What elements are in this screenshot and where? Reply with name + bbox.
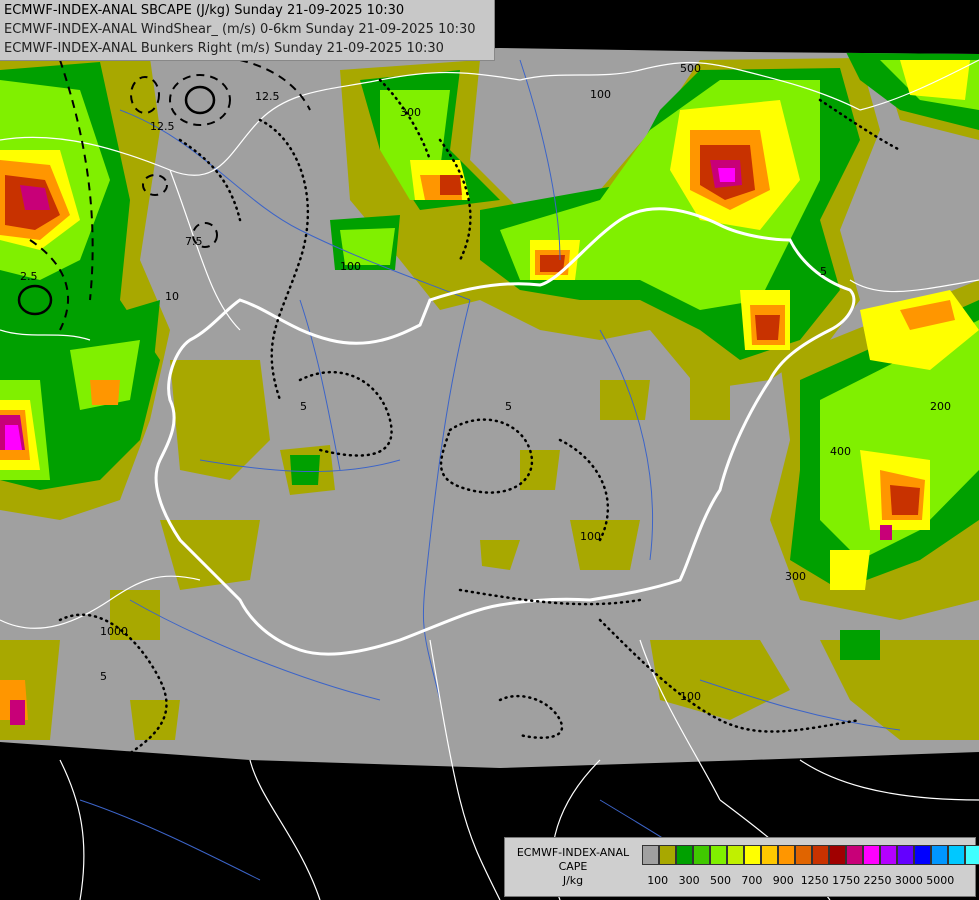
label-cape-500: 500 xyxy=(680,62,701,75)
legend-tick-label: 300 xyxy=(678,874,700,887)
cape-map: 100 300 500 200 400 1000 100 300 100 100… xyxy=(0,0,979,900)
label-cape-1000: 1000 xyxy=(100,625,128,638)
legend-swatch xyxy=(642,845,659,865)
legend-title-variable: CAPE xyxy=(558,860,588,873)
label-cape-100d: 100 xyxy=(680,690,701,703)
legend-swatch xyxy=(948,845,965,865)
label-shear-5d: 5 xyxy=(100,670,107,683)
legend-swatches xyxy=(642,845,979,867)
legend-swatch xyxy=(710,845,727,865)
legend-swatch xyxy=(659,845,676,865)
label-cape-100c: 100 xyxy=(580,530,601,543)
label-shear-7-5: 7.5 xyxy=(185,235,203,248)
legend-swatch xyxy=(727,845,744,865)
cape-legend: ECMWF-INDEX-ANAL CAPE J/kg 100 300 500 700 9… xyxy=(504,837,979,897)
label-shear-5c: 5 xyxy=(820,265,827,278)
legend-swatch xyxy=(744,845,761,865)
legend-tick-label: 500 xyxy=(710,874,731,887)
legend-swatch xyxy=(795,845,812,865)
label-cape-300: 300 xyxy=(400,106,421,119)
title-line-cape: ECMWF-INDEX-ANAL SBCAPE (J/kg) Sunday 21… xyxy=(4,3,405,18)
label-shear-5b: 5 xyxy=(505,400,512,413)
legend-title-model: ECMWF-INDEX-ANAL xyxy=(516,846,630,859)
label-shear-5: 5 xyxy=(300,400,307,413)
title-box: ECMWF-INDEX-ANAL SBCAPE (J/kg) Sunday 21… xyxy=(0,0,495,61)
legend-swatch xyxy=(829,845,846,865)
legend-tick-label: 1250 xyxy=(800,874,829,887)
legend-tick-label: 100 xyxy=(647,874,669,887)
legend-tick-label: 2250 xyxy=(863,874,892,887)
legend-swatch xyxy=(897,845,914,865)
legend-tick-label: 1750 xyxy=(832,874,861,887)
legend-swatch xyxy=(778,845,795,865)
label-shear-10: 10 xyxy=(165,290,179,303)
label-cape-200: 200 xyxy=(930,400,951,413)
legend-ticks: 100 300 500 700 900 1250 1750 2250 3000 5000 xyxy=(642,874,972,888)
legend-title: ECMWF-INDEX-ANAL CAPE J/kg xyxy=(507,846,639,888)
label-shear-12-5b: 12.5 xyxy=(255,90,280,103)
legend-swatch xyxy=(761,845,778,865)
legend-swatch xyxy=(965,845,979,865)
label-cape-300b: 300 xyxy=(785,570,806,583)
legend-swatch xyxy=(914,845,931,865)
label-shear-12-5: 12.5 xyxy=(150,120,175,133)
legend-tick-label: 5000 xyxy=(926,874,955,887)
label-shear-2-5: 2.5 xyxy=(20,270,38,283)
title-line-windshear: ECMWF-INDEX-ANAL WindShear_ (m/s) 0-6km … xyxy=(4,22,476,37)
legend-title-unit: J/kg xyxy=(562,874,584,887)
label-cape-400: 400 xyxy=(830,445,851,458)
legend-swatch xyxy=(880,845,897,865)
label-cape-100: 100 xyxy=(590,88,611,101)
legend-swatch xyxy=(931,845,948,865)
legend-tick-label: 700 xyxy=(741,874,763,887)
legend-tick-label: 900 xyxy=(772,874,794,887)
legend-swatch xyxy=(676,845,693,865)
title-line-bunkers: ECMWF-INDEX-ANAL Bunkers Right (m/s) Sun… xyxy=(4,41,444,56)
legend-swatch xyxy=(846,845,863,865)
label-cape-100b: 100 xyxy=(340,260,361,273)
legend-tick-label: 3000 xyxy=(894,874,923,887)
legend-swatch xyxy=(863,845,880,865)
legend-swatch xyxy=(693,845,710,865)
legend-swatch xyxy=(812,845,829,865)
